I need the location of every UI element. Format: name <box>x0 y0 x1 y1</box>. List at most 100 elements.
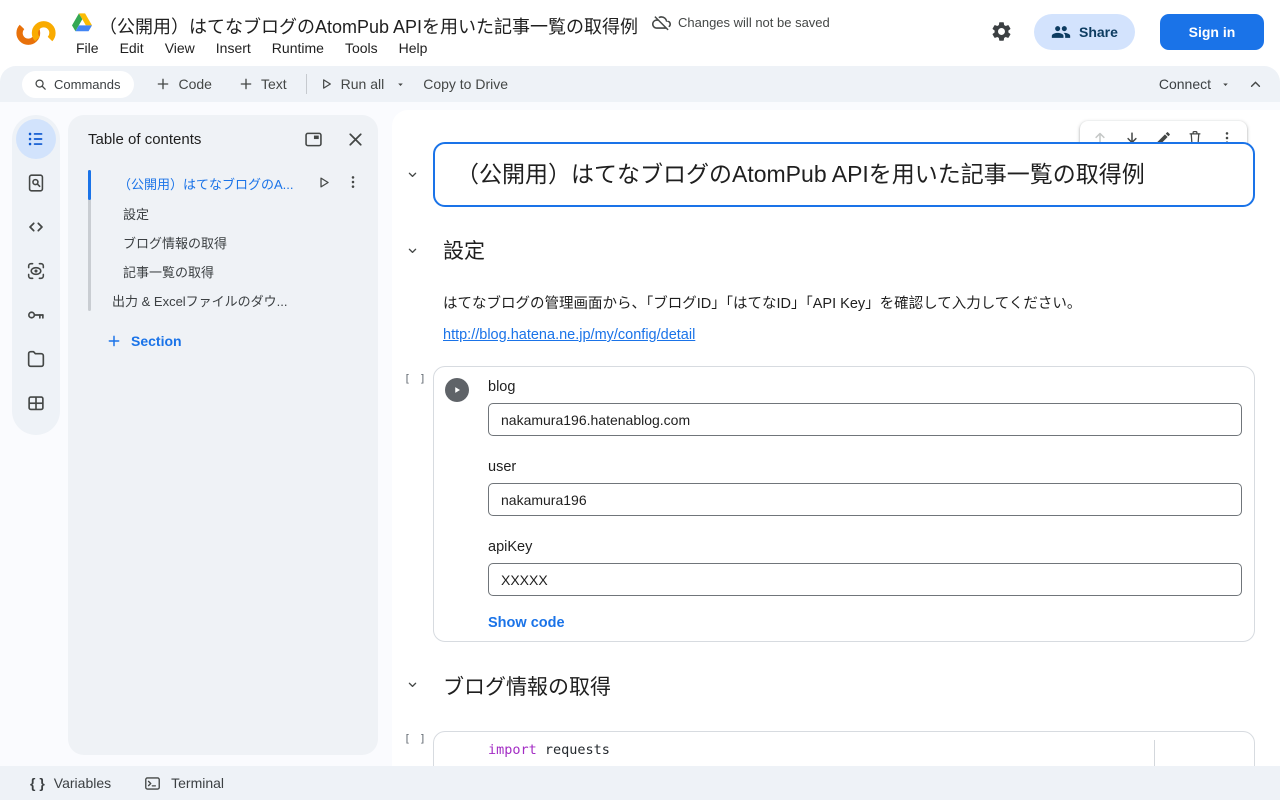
add-code-button[interactable]: Code <box>155 76 211 92</box>
menubar: File Edit View Insert Runtime Tools Help <box>76 40 427 56</box>
menu-tools[interactable]: Tools <box>345 40 378 56</box>
terminal-button[interactable]: Terminal <box>143 774 224 793</box>
people-icon <box>1051 22 1071 42</box>
sidebar-item-secrets[interactable] <box>12 293 60 337</box>
open-panel-in-editor-icon[interactable] <box>303 129 324 150</box>
terminal-label: Terminal <box>171 775 224 791</box>
blog-info-heading: ブログ情報の取得 <box>443 671 611 701</box>
python-code-cell[interactable]: import requests <box>433 731 1255 766</box>
toc-item-output-excel[interactable]: 出力 & Excelファイルのダウ... <box>112 291 288 310</box>
save-status: Changes will not be saved <box>652 13 830 32</box>
add-text-button[interactable]: Text <box>238 76 287 92</box>
colab-app: （公開用）はてなブログのAtomPub APIを用いた記事一覧の取得例 File… <box>0 0 1280 800</box>
collapse-settings-section-icon[interactable] <box>405 243 420 258</box>
form-field-label-user: user <box>488 459 516 475</box>
menu-help[interactable]: Help <box>399 40 428 56</box>
toc-tree-line-active <box>88 170 91 200</box>
sidebar-item-vision-scan[interactable] <box>12 249 60 293</box>
code-snippets-icon <box>25 216 47 238</box>
menu-file[interactable]: File <box>76 40 99 56</box>
toolbar-divider <box>306 74 307 94</box>
form-input-blog[interactable] <box>488 403 1242 436</box>
terminal-icon <box>143 774 162 793</box>
secrets-key-icon <box>25 304 47 326</box>
drive-icon <box>72 13 92 32</box>
colab-logo-icon[interactable] <box>13 12 59 54</box>
settings-paragraph: はてなブログの管理画面から、「ブログID」「はてなID」「API Key」を確認… <box>443 292 1081 313</box>
run-cell-button[interactable] <box>445 378 469 402</box>
sidebar-item-find[interactable] <box>12 161 60 205</box>
toc-item-title[interactable]: （公開用）はてなブログのA... <box>118 174 294 193</box>
braces-icon: { } <box>30 775 45 791</box>
code-cell-exec-indicator[interactable]: [ ] <box>404 732 427 745</box>
copy-to-drive-label: Copy to Drive <box>423 76 508 92</box>
form-field-label-blog: blog <box>488 379 515 395</box>
collapse-header-icon[interactable] <box>1247 76 1264 93</box>
menu-edit[interactable]: Edit <box>120 40 144 56</box>
sidebar-item-files[interactable] <box>12 337 60 381</box>
table-of-contents-icon <box>25 128 47 150</box>
active-icon-circle <box>16 119 56 159</box>
toc-panel-title: Table of contents <box>88 131 201 148</box>
play-outline-icon <box>318 76 334 92</box>
show-code-link[interactable]: Show code <box>488 615 565 631</box>
collapse-title-section-icon[interactable] <box>405 167 420 182</box>
commands-button[interactable]: Commands <box>22 71 134 98</box>
settings-gear-icon[interactable] <box>990 20 1013 43</box>
sidebar-item-code-snippets[interactable] <box>12 205 60 249</box>
copy-to-drive-button[interactable]: Copy to Drive <box>423 76 508 92</box>
table-of-contents-panel: Table of contents （公開用）はてなブログのA... 設定 ブロ… <box>68 115 378 755</box>
cloud-off-icon <box>652 13 671 32</box>
hatena-config-link[interactable]: http://blog.hatena.ne.jp/my/config/detai… <box>443 327 695 343</box>
close-panel-icon[interactable] <box>345 129 366 150</box>
menu-view[interactable]: View <box>165 40 195 56</box>
plus-icon <box>238 76 254 92</box>
form-code-cell: blog user apiKey Show code <box>433 366 1255 642</box>
search-icon <box>33 77 48 92</box>
editor-divider <box>1154 740 1155 766</box>
run-all-button[interactable]: Run all <box>318 76 385 92</box>
title-markdown-cell[interactable]: （公開用）はてなブログのAtomPub APIを用いた記事一覧の取得例 <box>433 142 1255 207</box>
form-input-user[interactable] <box>488 483 1242 516</box>
code-rest: requests <box>537 742 610 758</box>
add-code-label: Code <box>178 76 211 92</box>
collapse-blog-info-section-icon[interactable] <box>405 677 420 692</box>
toc-item-article-list[interactable]: 記事一覧の取得 <box>123 262 214 281</box>
variables-button[interactable]: { } Variables <box>30 775 111 791</box>
toc-item-blog-info[interactable]: ブログ情報の取得 <box>123 233 227 252</box>
play-icon <box>451 384 463 396</box>
add-section-label: Section <box>131 333 182 349</box>
sidebar-item-table-of-contents[interactable] <box>12 117 60 161</box>
form-input-apikey[interactable] <box>488 563 1242 596</box>
run-all-label: Run all <box>341 76 385 92</box>
status-bar: { } Variables Terminal <box>0 766 1280 800</box>
code-line: import requests <box>488 742 610 758</box>
left-icon-rail <box>12 115 60 435</box>
connect-button[interactable]: Connect <box>1159 76 1231 92</box>
run-all-dropdown-caret[interactable] <box>395 79 406 90</box>
share-button[interactable]: Share <box>1034 14 1135 50</box>
title-cell-text: （公開用）はてなブログのAtomPub APIを用いた記事一覧の取得例 <box>456 144 1145 205</box>
add-section-button[interactable]: Section <box>106 333 182 349</box>
files-folder-icon <box>25 348 47 370</box>
menu-insert[interactable]: Insert <box>216 40 251 56</box>
notebook-filename[interactable]: （公開用）はてなブログのAtomPub APIを用いた記事一覧の取得例 <box>99 13 638 39</box>
find-in-notebook-icon <box>25 172 47 194</box>
notebook-content: （公開用）はてなブログのAtomPub APIを用いた記事一覧の取得例 設定 は… <box>392 110 1280 766</box>
variables-label: Variables <box>54 775 111 791</box>
connect-label: Connect <box>1159 76 1211 92</box>
save-status-text: Changes will not be saved <box>678 15 830 30</box>
add-text-label: Text <box>261 76 287 92</box>
toc-run-section-icon[interactable] <box>315 174 332 191</box>
toc-item-settings[interactable]: 設定 <box>123 204 149 223</box>
plus-icon <box>155 76 171 92</box>
toc-item-menu-icon[interactable] <box>344 173 362 191</box>
sidebar-item-data-table[interactable] <box>12 381 60 425</box>
menu-runtime[interactable]: Runtime <box>272 40 324 56</box>
vision-scan-icon <box>25 260 47 282</box>
form-cell-exec-indicator[interactable]: [ ] <box>404 372 427 385</box>
plus-icon <box>106 333 122 349</box>
share-label: Share <box>1079 24 1118 40</box>
code-keyword: import <box>488 742 537 758</box>
sign-in-button[interactable]: Sign in <box>1160 14 1264 50</box>
